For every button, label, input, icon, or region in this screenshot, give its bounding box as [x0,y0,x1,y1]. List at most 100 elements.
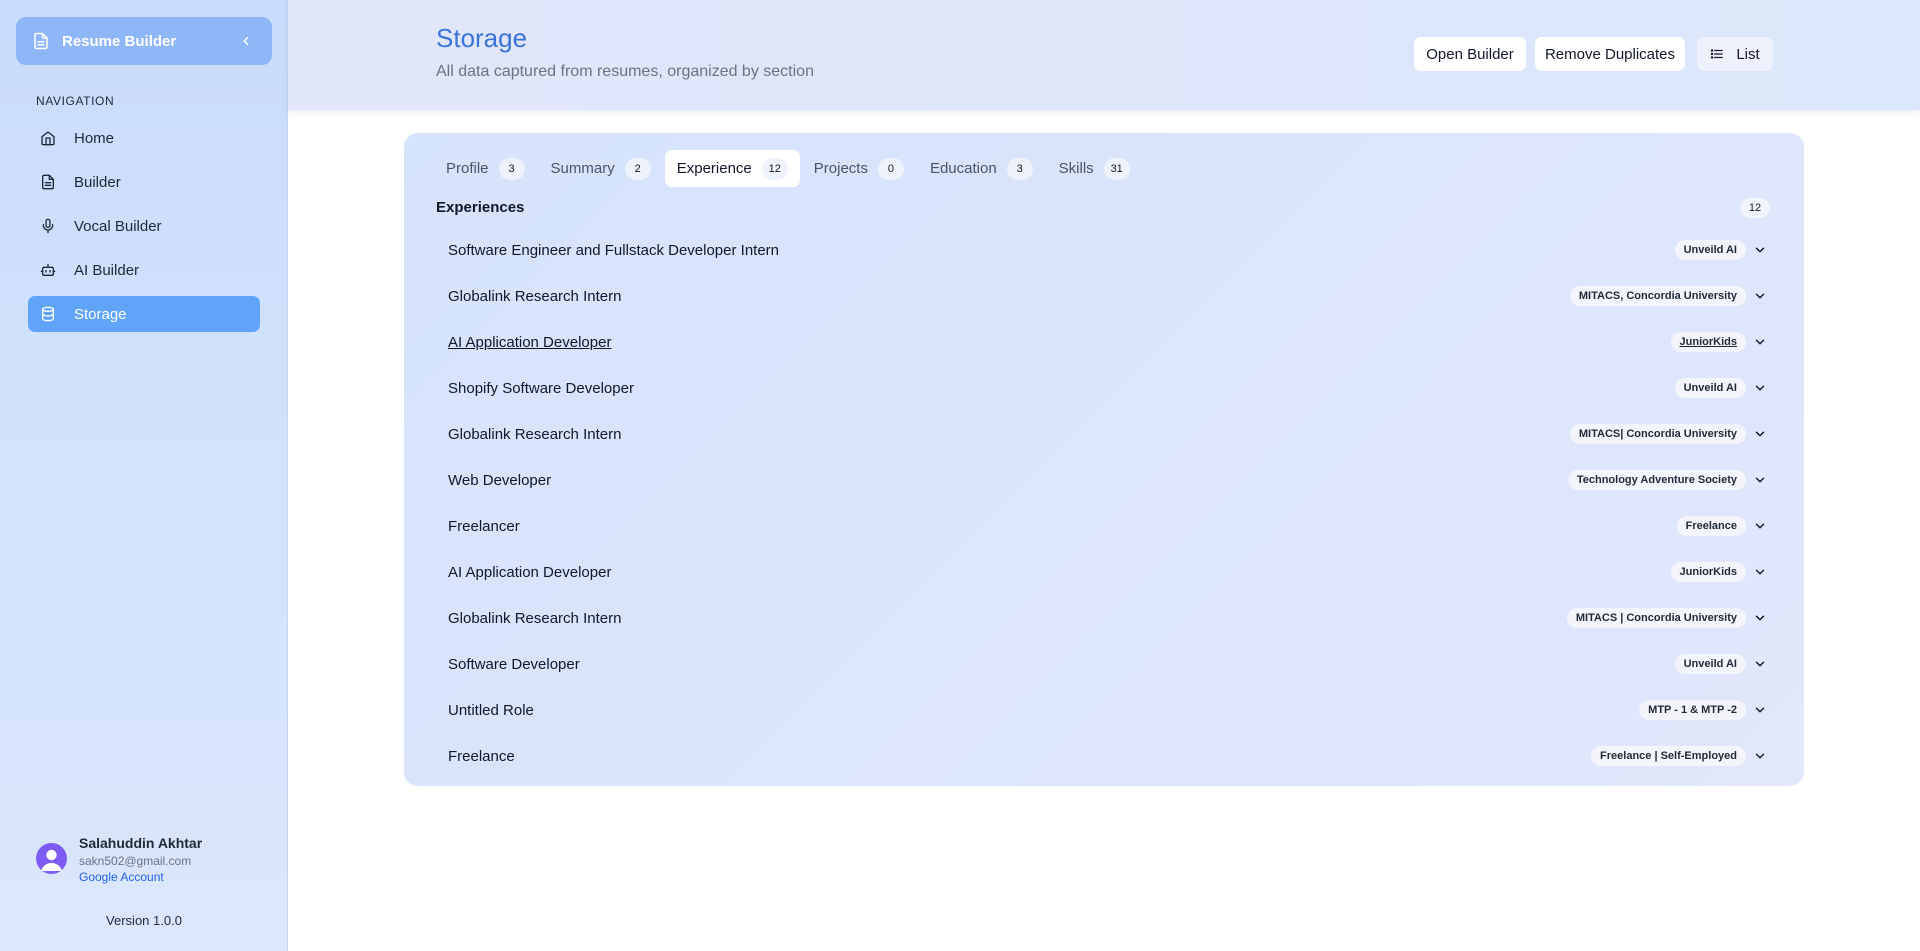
chevron-down-icon[interactable] [1752,748,1768,764]
sidebar-item-home[interactable]: Home [28,120,260,156]
database-icon [40,306,56,322]
chevron-down-icon[interactable] [1752,610,1768,626]
organization-badge: Unveild AI [1674,240,1746,260]
sidebar-item-label: AI Builder [74,261,140,279]
view-mode-button[interactable]: List [1697,37,1773,71]
page-subtitle: All data captured from resumes, organize… [436,63,814,80]
experience-title: Freelancer [448,517,520,535]
tab-projects[interactable]: Projects 0 [802,150,916,187]
user-profile: Salahuddin Akhtar sakn502@gmail.com Goog… [36,835,202,884]
organization-badge: MITACS| Concordia University [1569,424,1746,444]
list-item[interactable]: Software Developer Unveild AI [448,641,1768,687]
tab-count-badge: 0 [877,157,904,180]
experience-title: AI Application Developer [448,333,612,351]
list-item[interactable]: Software Engineer and Fullstack Develope… [448,227,1768,273]
list-item[interactable]: Freelance Freelance | Self-Employed [448,733,1768,779]
list-item[interactable]: Untitled Role MTP - 1 & MTP -2 [448,687,1768,733]
organization-badge: Unveild AI [1674,654,1746,674]
organization-badge: Technology Adventure Society [1567,470,1746,490]
experience-title: AI Application Developer [448,563,612,581]
sidebar: Resume Builder NAVIGATION Home Builder V… [0,0,288,951]
list-item[interactable]: Web Developer Technology Adventure Socie… [448,457,1768,503]
chevron-down-icon[interactable] [1752,518,1768,534]
list-item[interactable]: Globalink Research Intern MITACS| Concor… [448,411,1768,457]
tab-summary[interactable]: Summary 2 [539,150,663,187]
sidebar-nav: Home Builder Vocal Builder AI Builder St… [28,120,260,340]
experience-list: Software Engineer and Fullstack Develope… [448,227,1768,779]
microphone-icon [40,218,56,234]
tab-label: Projects [813,160,868,177]
experience-title: Globalink Research Intern [448,287,622,305]
section-count-badge: 12 [1740,198,1770,218]
tab-label: Experience [676,160,752,177]
experience-title: Freelance [448,747,515,765]
open-builder-button[interactable]: Open Builder [1414,37,1526,71]
tab-count-badge: 2 [624,157,651,180]
list-item[interactable]: AI Application Developer JuniorKids [448,319,1768,365]
brand-header[interactable]: Resume Builder [16,17,272,65]
list-icon [1710,47,1724,61]
google-account-link[interactable]: Google Account [79,870,202,884]
organization-badge: MITACS | Concordia University [1566,608,1746,628]
view-mode-label: List [1736,45,1760,63]
list-item[interactable]: Globalink Research Intern MITACS, Concor… [448,273,1768,319]
section-tabs: Profile 3 Summary 2 Experience 12 Projec… [434,150,1144,187]
chevron-down-icon[interactable] [1752,564,1768,580]
section-title: Experiences [436,199,525,216]
experience-title: Globalink Research Intern [448,609,622,627]
document-icon [40,174,56,190]
sidebar-item-vocal-builder[interactable]: Vocal Builder [28,208,260,244]
chevron-down-icon[interactable] [1752,472,1768,488]
tab-education[interactable]: Education 3 [918,150,1045,187]
sidebar-item-label: Builder [74,173,121,191]
experience-title: Untitled Role [448,701,534,719]
remove-duplicates-button[interactable]: Remove Duplicates [1535,37,1685,71]
organization-badge: Unveild AI [1674,378,1746,398]
list-item[interactable]: Shopify Software Developer Unveild AI [448,365,1768,411]
page-title: Storage [436,23,528,53]
chevron-down-icon[interactable] [1752,656,1768,672]
tab-label: Skills [1058,160,1094,177]
tab-experience[interactable]: Experience 12 [664,150,800,187]
tab-count-badge: 12 [761,157,788,180]
tab-skills[interactable]: Skills 31 [1047,150,1142,187]
page-header: Storage All data captured from resumes, … [288,0,1920,110]
chevron-down-icon[interactable] [1752,702,1768,718]
organization-badge: Freelance | Self-Employed [1591,746,1746,766]
tab-count-badge: 3 [498,157,525,180]
user-details: Salahuddin Akhtar sakn502@gmail.com Goog… [79,835,202,884]
list-item[interactable]: Freelancer Freelance [448,503,1768,549]
chevron-down-icon[interactable] [1752,242,1768,258]
app-version: Version 1.0.0 [106,913,182,928]
experience-title: Globalink Research Intern [448,425,622,443]
chevron-down-icon[interactable] [1752,380,1768,396]
sidebar-item-label: Home [74,129,115,147]
tab-label: Summary [550,160,615,177]
collapse-sidebar-button[interactable] [236,31,256,51]
storage-card: Profile 3 Summary 2 Experience 12 Projec… [404,133,1804,786]
experience-title: Software Developer [448,655,580,673]
robot-icon [40,262,56,278]
sidebar-item-ai-builder[interactable]: AI Builder [28,252,260,288]
document-icon [32,32,50,50]
organization-badge: MITACS, Concordia University [1569,286,1746,306]
chevron-down-icon[interactable] [1752,334,1768,350]
nav-heading: NAVIGATION [36,94,115,108]
sidebar-item-builder[interactable]: Builder [28,164,260,200]
chevron-down-icon[interactable] [1752,288,1768,304]
tab-count-badge: 31 [1103,157,1130,180]
sidebar-divider [16,810,256,811]
sidebar-item-storage[interactable]: Storage [28,296,260,332]
experience-title: Shopify Software Developer [448,379,634,397]
tab-label: Profile [446,160,489,177]
chevron-down-icon[interactable] [1752,426,1768,442]
user-name: Salahuddin Akhtar [79,835,203,851]
tab-profile[interactable]: Profile 3 [434,150,537,187]
tab-count-badge: 3 [1006,157,1033,180]
experience-title: Web Developer [448,471,552,489]
user-email: sakn502@gmail.com [79,854,192,868]
list-item[interactable]: AI Application Developer JuniorKids [448,549,1768,595]
organization-badge: Freelance [1676,516,1746,536]
avatar[interactable] [36,843,67,874]
list-item[interactable]: Globalink Research Intern MITACS | Conco… [448,595,1768,641]
